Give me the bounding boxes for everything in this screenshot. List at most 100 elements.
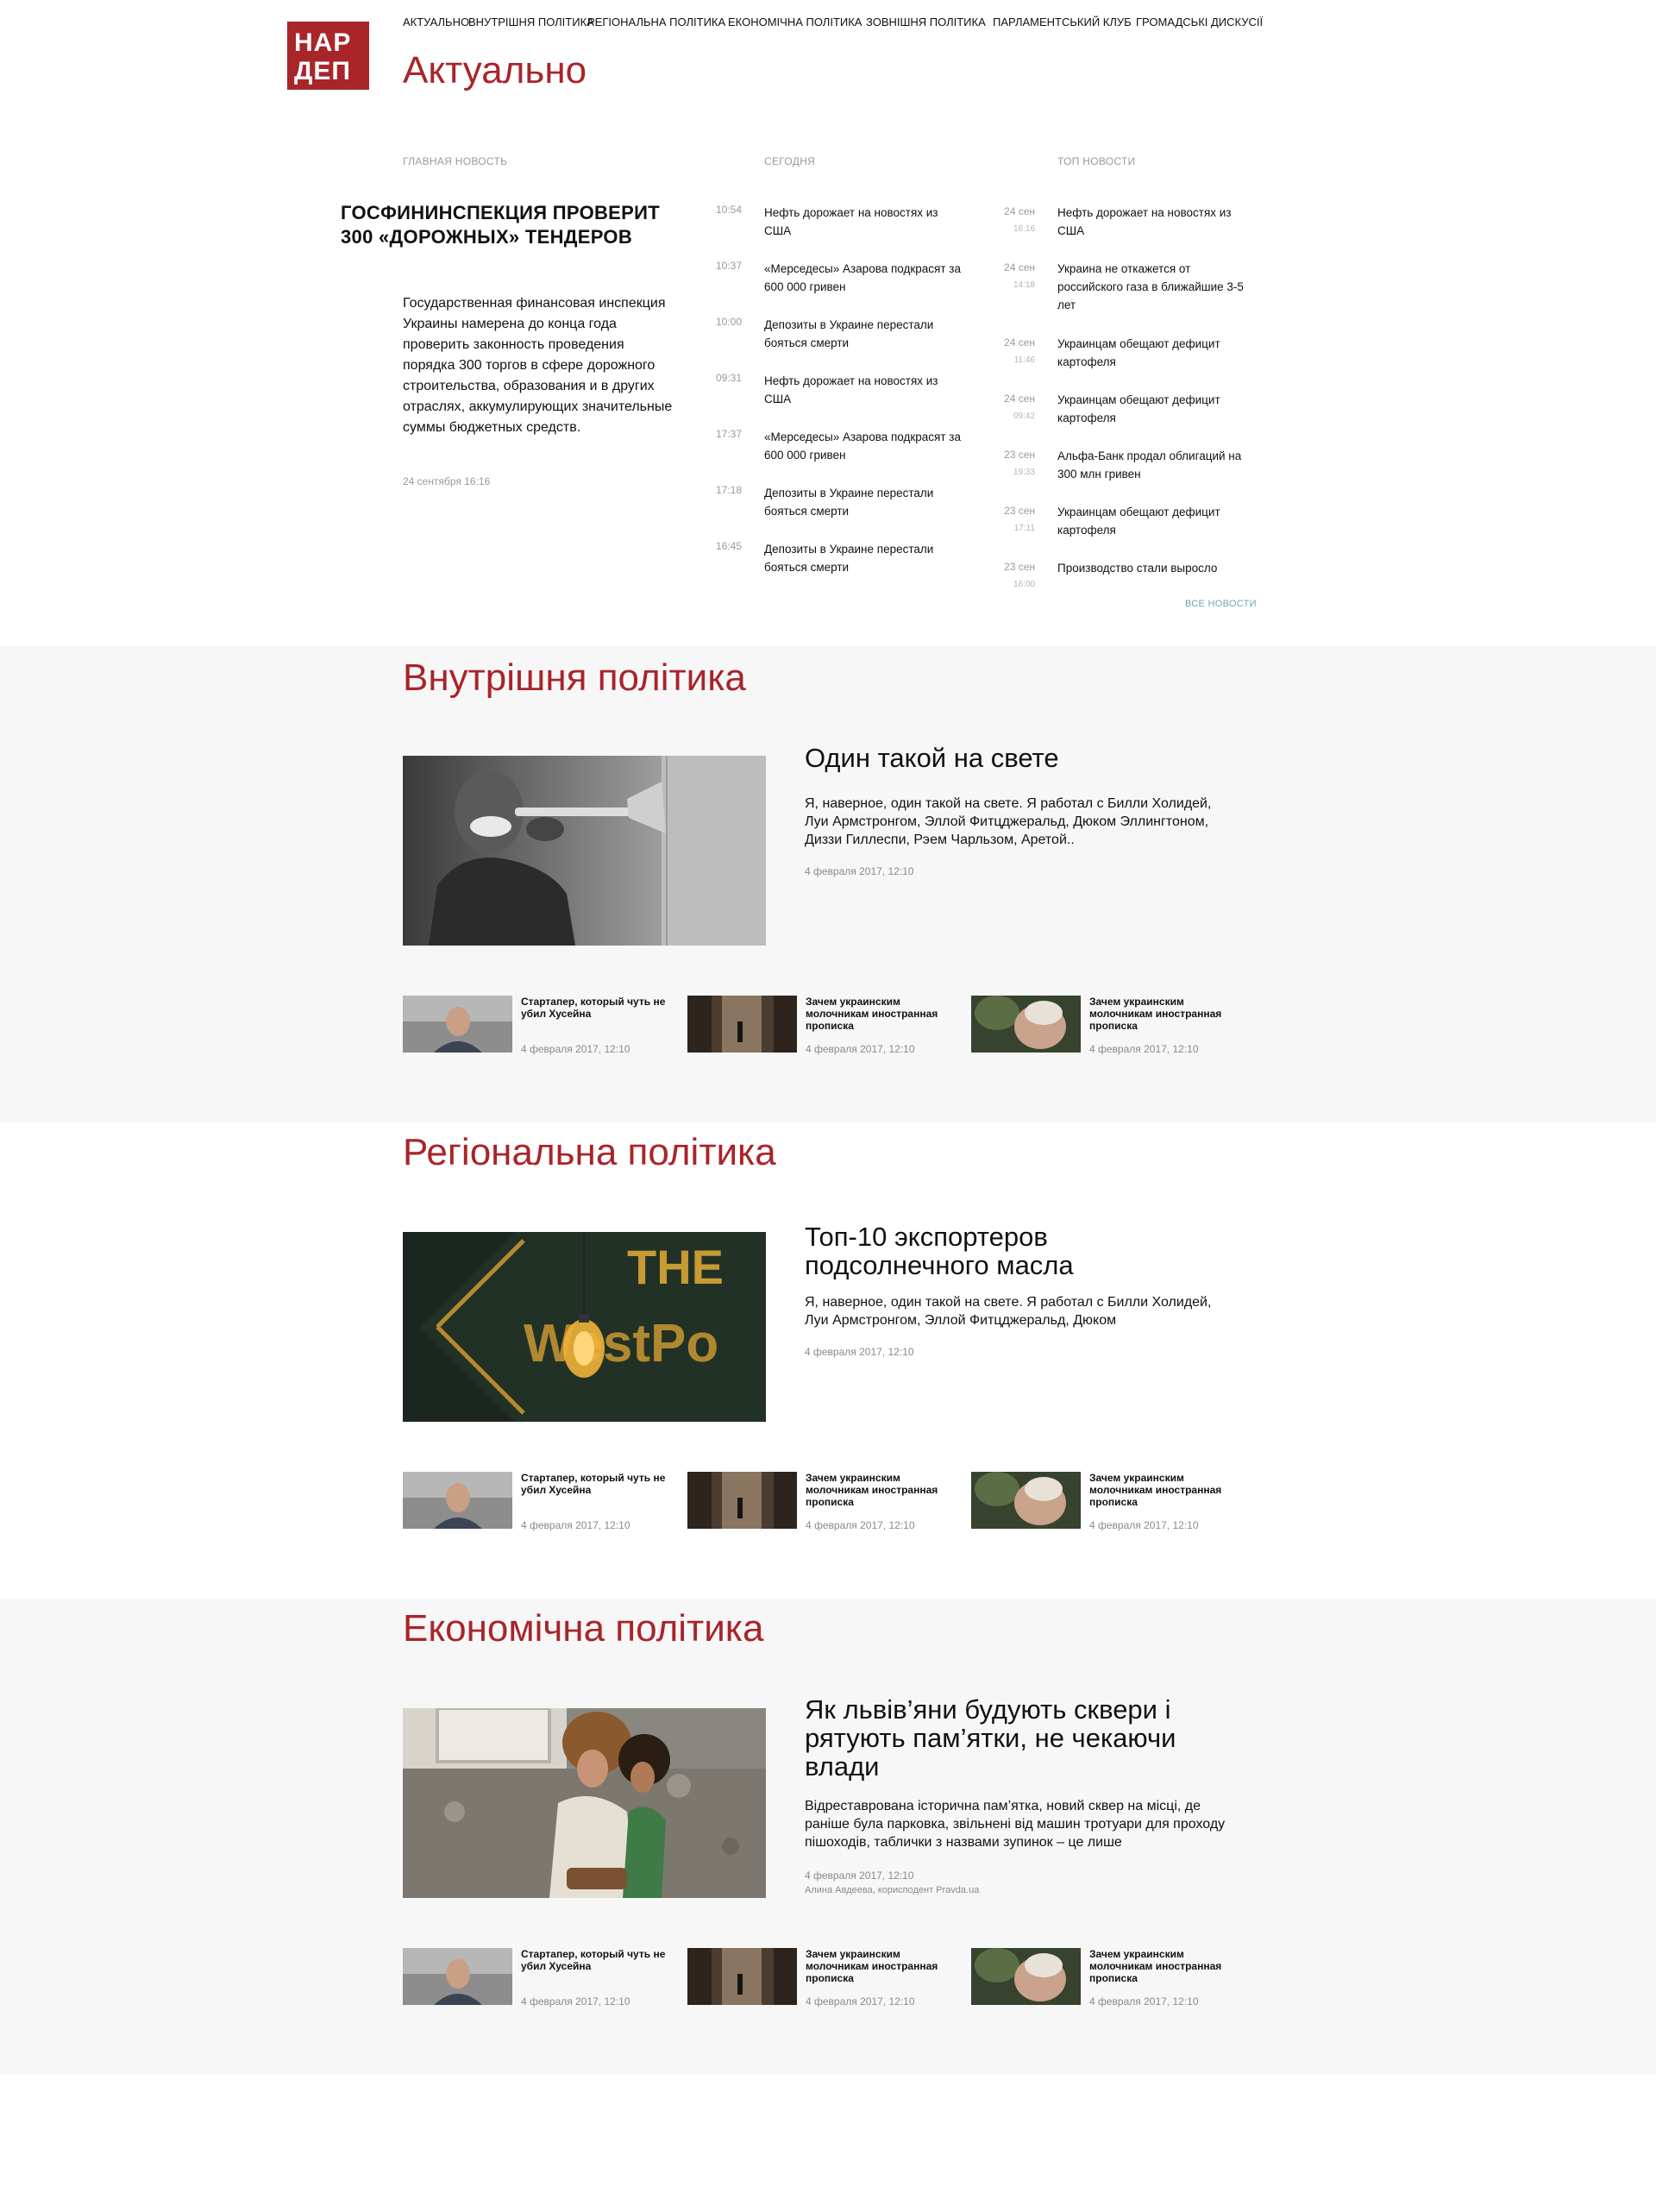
list-item[interactable]: 10:00 Депозиты в Украине перестали боять… xyxy=(716,316,966,372)
main-nav: АКТУАЛЬНО ВНУТРІШНЯ ПОЛІТИКА РЕГІОНАЛЬНА… xyxy=(403,16,1265,33)
news-card[interactable]: Зачем украинским молочникам иностранная … xyxy=(687,1948,955,2008)
alley-photo xyxy=(687,996,797,1053)
hero-text: Я, наверное, один такой на свете. Я рабо… xyxy=(805,796,1212,847)
list-item[interactable]: 23 сен 19:33 Альфа-Банк продал облигаций … xyxy=(1000,447,1259,503)
section-title: Економічна політика xyxy=(403,1607,764,1650)
card-date: 4 февраля 2017, 12:10 xyxy=(1089,1519,1199,1531)
card-date: 4 февраля 2017, 12:10 xyxy=(806,1995,915,2008)
news-day: 24 сен xyxy=(1004,336,1035,349)
today-list: 10:54 Нефть дорожает на новостях из США … xyxy=(716,204,966,596)
list-item[interactable]: 17:18 Депозиты в Украине перестали боять… xyxy=(716,484,966,540)
nav-item-internal[interactable]: ВНУТРІШНЯ ПОЛІТИКА xyxy=(468,16,594,28)
list-item[interactable]: 23 сен 16:00 Производство стали выросло xyxy=(1000,559,1259,598)
woman-photo xyxy=(971,1948,1081,2005)
card-thumbnail xyxy=(403,996,512,1053)
card-title[interactable]: Зачем украинским молочникам иностранная … xyxy=(806,996,961,1032)
list-item[interactable]: 10:37 «Мерседесы» Азарова подкрасят за 6… xyxy=(716,260,966,316)
news-title[interactable]: «Мерседесы» Азарова подкрасят за 600 000… xyxy=(764,260,963,296)
neon-sign-photo: THE WestPo xyxy=(403,1232,766,1422)
hero-image[interactable] xyxy=(403,1708,766,1898)
card-title[interactable]: Стартапер, который чуть не убил Хусейна xyxy=(521,1472,676,1496)
card-thumbnail xyxy=(687,996,797,1053)
news-card[interactable]: Зачем украинским молочникам иностранная … xyxy=(687,1472,955,1531)
news-title[interactable]: Депозиты в Украине перестали бояться сме… xyxy=(764,540,963,576)
main-news-date: 24 сентября 16:16 xyxy=(403,475,491,487)
section-title: Внутрішня політика xyxy=(403,657,746,699)
list-item[interactable]: 24 сен 16:16 Нефть дорожает на новостях и… xyxy=(1000,204,1259,260)
news-title[interactable]: Нефть дорожает на новостях из США xyxy=(764,204,963,240)
section-title: Регіональна політика xyxy=(403,1131,776,1173)
news-title[interactable]: Депозиты в Украине перестали бояться сме… xyxy=(764,316,963,352)
all-news-link[interactable]: ВСЕ НОВОСТИ xyxy=(1185,599,1257,609)
hero-text: Відреставрована історична пам’ятка, нови… xyxy=(805,1799,1226,1850)
news-title[interactable]: Украинцам обещают дефицит картофеля xyxy=(1057,335,1256,371)
card-title[interactable]: Стартапер, который чуть не убил Хусейна xyxy=(521,996,676,1020)
news-title[interactable]: Производство стали выросло xyxy=(1057,559,1256,577)
news-title[interactable]: Нефть дорожает на новостях из США xyxy=(764,372,963,408)
card-date: 4 февраля 2017, 12:10 xyxy=(806,1519,915,1531)
list-item[interactable]: 24 сен 09:42 Украинцам обещают дефицит ка… xyxy=(1000,391,1259,447)
card-thumbnail xyxy=(971,1948,1081,2005)
logo-line-1: НАР xyxy=(294,28,352,57)
news-card[interactable]: Стартапер, который чуть не убил Хусейна … xyxy=(403,1948,670,2008)
card-title[interactable]: Зачем украинским молочникам иностранная … xyxy=(1089,996,1245,1032)
list-item[interactable]: 16:45 Депозиты в Украине перестали боять… xyxy=(716,540,966,596)
today-heading: СЕГОДНЯ xyxy=(764,155,816,167)
nav-item-parliament[interactable]: ПАРЛАМЕНТСЬКИЙ КЛУБ xyxy=(993,16,1132,28)
top-news-list: 24 сен 16:16 Нефть дорожает на новостях и… xyxy=(1000,204,1259,598)
news-card[interactable]: Стартапер, который чуть не убил Хусейна … xyxy=(403,1472,670,1531)
news-title[interactable]: Нефть дорожает на новостях из США xyxy=(1057,204,1256,240)
news-date: 24 сен 09:42 xyxy=(1000,391,1035,424)
actual-title: Актуально xyxy=(403,49,587,91)
card-date: 4 февраля 2017, 12:10 xyxy=(806,1043,915,1055)
sign-text-the: THE xyxy=(627,1240,724,1294)
list-item[interactable]: 17:37 «Мерседесы» Азарова подкрасят за 6… xyxy=(716,428,966,484)
card-date: 4 февраля 2017, 12:10 xyxy=(1089,1995,1199,2008)
hero-title[interactable]: Як львів’яни будують сквери і рятують па… xyxy=(805,1695,1236,1781)
list-item[interactable]: 23 сен 17:11 Украинцам обещают дефицит ка… xyxy=(1000,503,1259,559)
news-card[interactable]: Зачем украинским молочникам иностранная … xyxy=(971,996,1239,1055)
site-logo[interactable]: НАР ДЕП xyxy=(287,22,369,90)
news-card[interactable]: Зачем украинским молочникам иностранная … xyxy=(687,996,955,1055)
hero-title[interactable]: Топ-10 экспортеров подсолнечного масла xyxy=(805,1222,1236,1279)
news-date: 23 сен 17:11 xyxy=(1000,503,1035,537)
nav-item-regional[interactable]: РЕГІОНАЛЬНА ПОЛІТИКА xyxy=(587,16,725,28)
hero-title[interactable]: Один такой на свете xyxy=(805,744,1236,772)
news-date: 24 сен 11:46 xyxy=(1000,335,1035,368)
news-date: 24 сен 16:16 xyxy=(1000,204,1035,237)
news-title[interactable]: Депозиты в Украине перестали бояться сме… xyxy=(764,484,963,520)
nav-item-economic[interactable]: ЕКОНОМІЧНА ПОЛІТИКА xyxy=(728,16,862,28)
card-date: 4 февраля 2017, 12:10 xyxy=(521,1043,630,1055)
card-title[interactable]: Зачем украинским молочникам иностранная … xyxy=(806,1472,961,1508)
news-day: 24 сен xyxy=(1004,205,1035,217)
news-day: 23 сен xyxy=(1004,561,1035,573)
news-card[interactable]: Зачем украинским молочникам иностранная … xyxy=(971,1948,1239,2008)
news-title[interactable]: Украинцам обещают дефицит картофеля xyxy=(1057,391,1256,427)
list-item[interactable]: 24 сен 14:18 Украина не откажется от росс… xyxy=(1000,260,1259,335)
hero-image[interactable] xyxy=(403,756,766,946)
news-time: 19:33 xyxy=(1013,468,1035,477)
nav-item-actual[interactable]: АКТУАЛЬНО xyxy=(403,16,469,28)
hero-image[interactable]: THE WestPo xyxy=(403,1232,766,1422)
list-item[interactable]: 09:31 Нефть дорожает на новостях из США xyxy=(716,372,966,428)
nav-item-discussions[interactable]: ГРОМАДСЬКІ ДИСКУСІЇ xyxy=(1136,16,1263,28)
news-card[interactable]: Стартапер, который чуть не убил Хусейна … xyxy=(403,996,670,1055)
news-title[interactable]: «Мерседесы» Азарова подкрасят за 600 000… xyxy=(764,428,963,464)
news-title[interactable]: Альфа-Банк продал облигаций на 300 млн г… xyxy=(1057,447,1256,483)
news-title[interactable]: Украинцам обещают дефицит картофеля xyxy=(1057,503,1256,539)
card-title[interactable]: Зачем украинским молочникам иностранная … xyxy=(1089,1472,1245,1508)
main-news-headline[interactable]: ГОСФИНИНСПЕКЦИЯ ПРОВЕРИТ 300 «ДОРОЖНЫХ» … xyxy=(341,201,686,249)
card-title[interactable]: Зачем украинским молочникам иностранная … xyxy=(1089,1948,1245,1984)
news-time: 14:18 xyxy=(1013,280,1035,290)
news-title[interactable]: Украина не откажется от российского газа… xyxy=(1057,260,1256,314)
news-time: 16:45 xyxy=(716,540,743,552)
card-title[interactable]: Стартапер, который чуть не убил Хусейна xyxy=(521,1948,676,1972)
man-portrait-photo xyxy=(403,1948,512,2005)
card-title[interactable]: Зачем украинским молочникам иностранная … xyxy=(806,1948,961,1984)
list-item[interactable]: 24 сен 11:46 Украинцам обещают дефицит ка… xyxy=(1000,335,1259,391)
sign-text-westpo: WestPo xyxy=(524,1314,718,1373)
list-item[interactable]: 10:54 Нефть дорожает на новостях из США xyxy=(716,204,966,260)
nav-item-foreign[interactable]: ЗОВНІШНЯ ПОЛІТИКА xyxy=(866,16,986,28)
news-day: 24 сен xyxy=(1004,261,1035,273)
news-card[interactable]: Зачем украинским молочникам иностранная … xyxy=(971,1472,1239,1531)
